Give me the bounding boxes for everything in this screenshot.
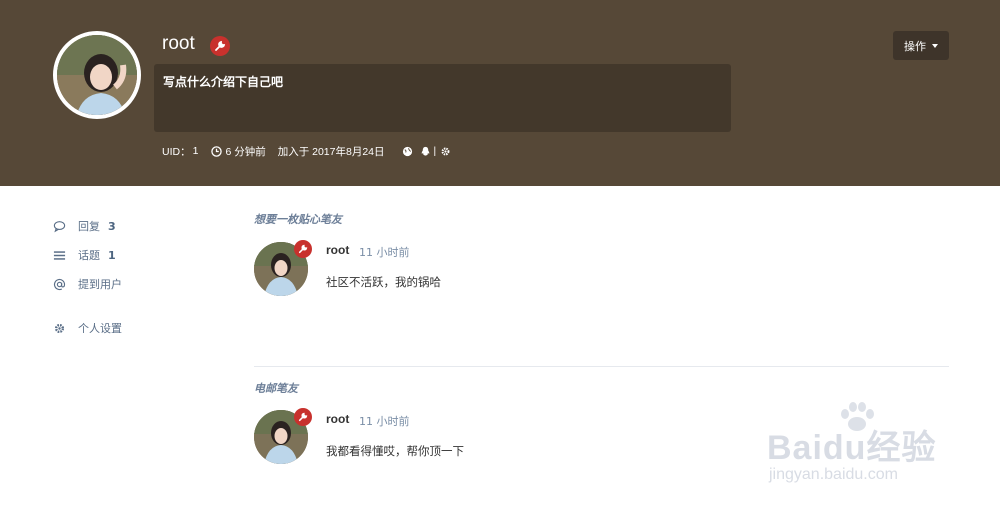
admin-badge-icon xyxy=(294,408,312,426)
profile-username: root xyxy=(162,33,195,54)
watermark: Baidu经验 jingyan.baidu.com xyxy=(767,400,947,490)
post-content: 我都看得懂哎，帮你顶一下 xyxy=(326,444,464,458)
meta-separator: | xyxy=(433,145,437,157)
comment-icon xyxy=(53,220,66,233)
user-avatar[interactable] xyxy=(53,31,141,119)
globe-icon[interactable] xyxy=(402,146,413,157)
sidebar-item-settings[interactable]: 个人设置 xyxy=(53,320,122,336)
sidebar-item-discussions[interactable]: 话题 1 xyxy=(53,247,116,263)
actions-dropdown-button[interactable]: 操作 xyxy=(893,31,949,60)
at-icon xyxy=(53,278,66,291)
uid-value: 1 xyxy=(192,145,199,157)
sidebar-item-label: 个人设置 xyxy=(78,322,122,335)
uid-label: UID： xyxy=(162,145,191,158)
bio-box[interactable]: 写点什么介绍下自己吧 xyxy=(154,64,731,132)
gear-icon[interactable] xyxy=(440,146,451,157)
gear-icon xyxy=(53,322,66,335)
user-hero: root 写点什么介绍下自己吧 UID： 1 6 分钟前 加入于 2017年8月… xyxy=(0,0,1000,186)
sidebar-item-label: 话题 xyxy=(78,249,100,262)
sidebar-item-count: 3 xyxy=(108,219,116,233)
qq-icon[interactable] xyxy=(420,146,431,157)
last-seen: 6 分钟前 xyxy=(211,144,266,159)
sidebar-item-mentions[interactable]: 提到用户 xyxy=(53,276,122,292)
post-divider xyxy=(254,366,949,367)
list-icon xyxy=(53,249,66,262)
profile-meta: UID： 1 6 分钟前 加入于 2017年8月24日 | xyxy=(162,143,454,159)
post-time[interactable]: 11 小时前 xyxy=(359,244,410,260)
post-author[interactable]: root xyxy=(326,412,349,426)
post-content: 社区不活跃，我的锅哈 xyxy=(326,275,441,289)
sidebar-item-label: 回复 xyxy=(78,220,100,233)
last-seen-text: 6 分钟前 xyxy=(225,145,266,158)
watermark-url: jingyan.baidu.com xyxy=(769,466,898,483)
sidebar-item-count: 1 xyxy=(108,248,116,262)
post-author[interactable]: root xyxy=(326,243,349,257)
watermark-logo: Baidu经验 xyxy=(767,429,937,467)
joined-date: 加入于 2017年8月24日 xyxy=(277,145,385,158)
caret-down-icon xyxy=(932,43,938,48)
post-discussion-title[interactable]: 想要一枚贴心笔友 xyxy=(254,211,342,227)
actions-label: 操作 xyxy=(904,40,926,53)
sidebar-item-label: 提到用户 xyxy=(78,278,122,291)
admin-badge-icon xyxy=(210,36,230,56)
post-discussion-title[interactable]: 电邮笔友 xyxy=(254,380,298,396)
bio-text: 写点什么介绍下自己吧 xyxy=(163,75,284,89)
admin-badge-icon xyxy=(294,240,312,258)
clock-icon xyxy=(211,145,223,157)
post-time[interactable]: 11 小时前 xyxy=(359,413,410,429)
sidebar-item-replies[interactable]: 回复 3 xyxy=(53,218,116,234)
